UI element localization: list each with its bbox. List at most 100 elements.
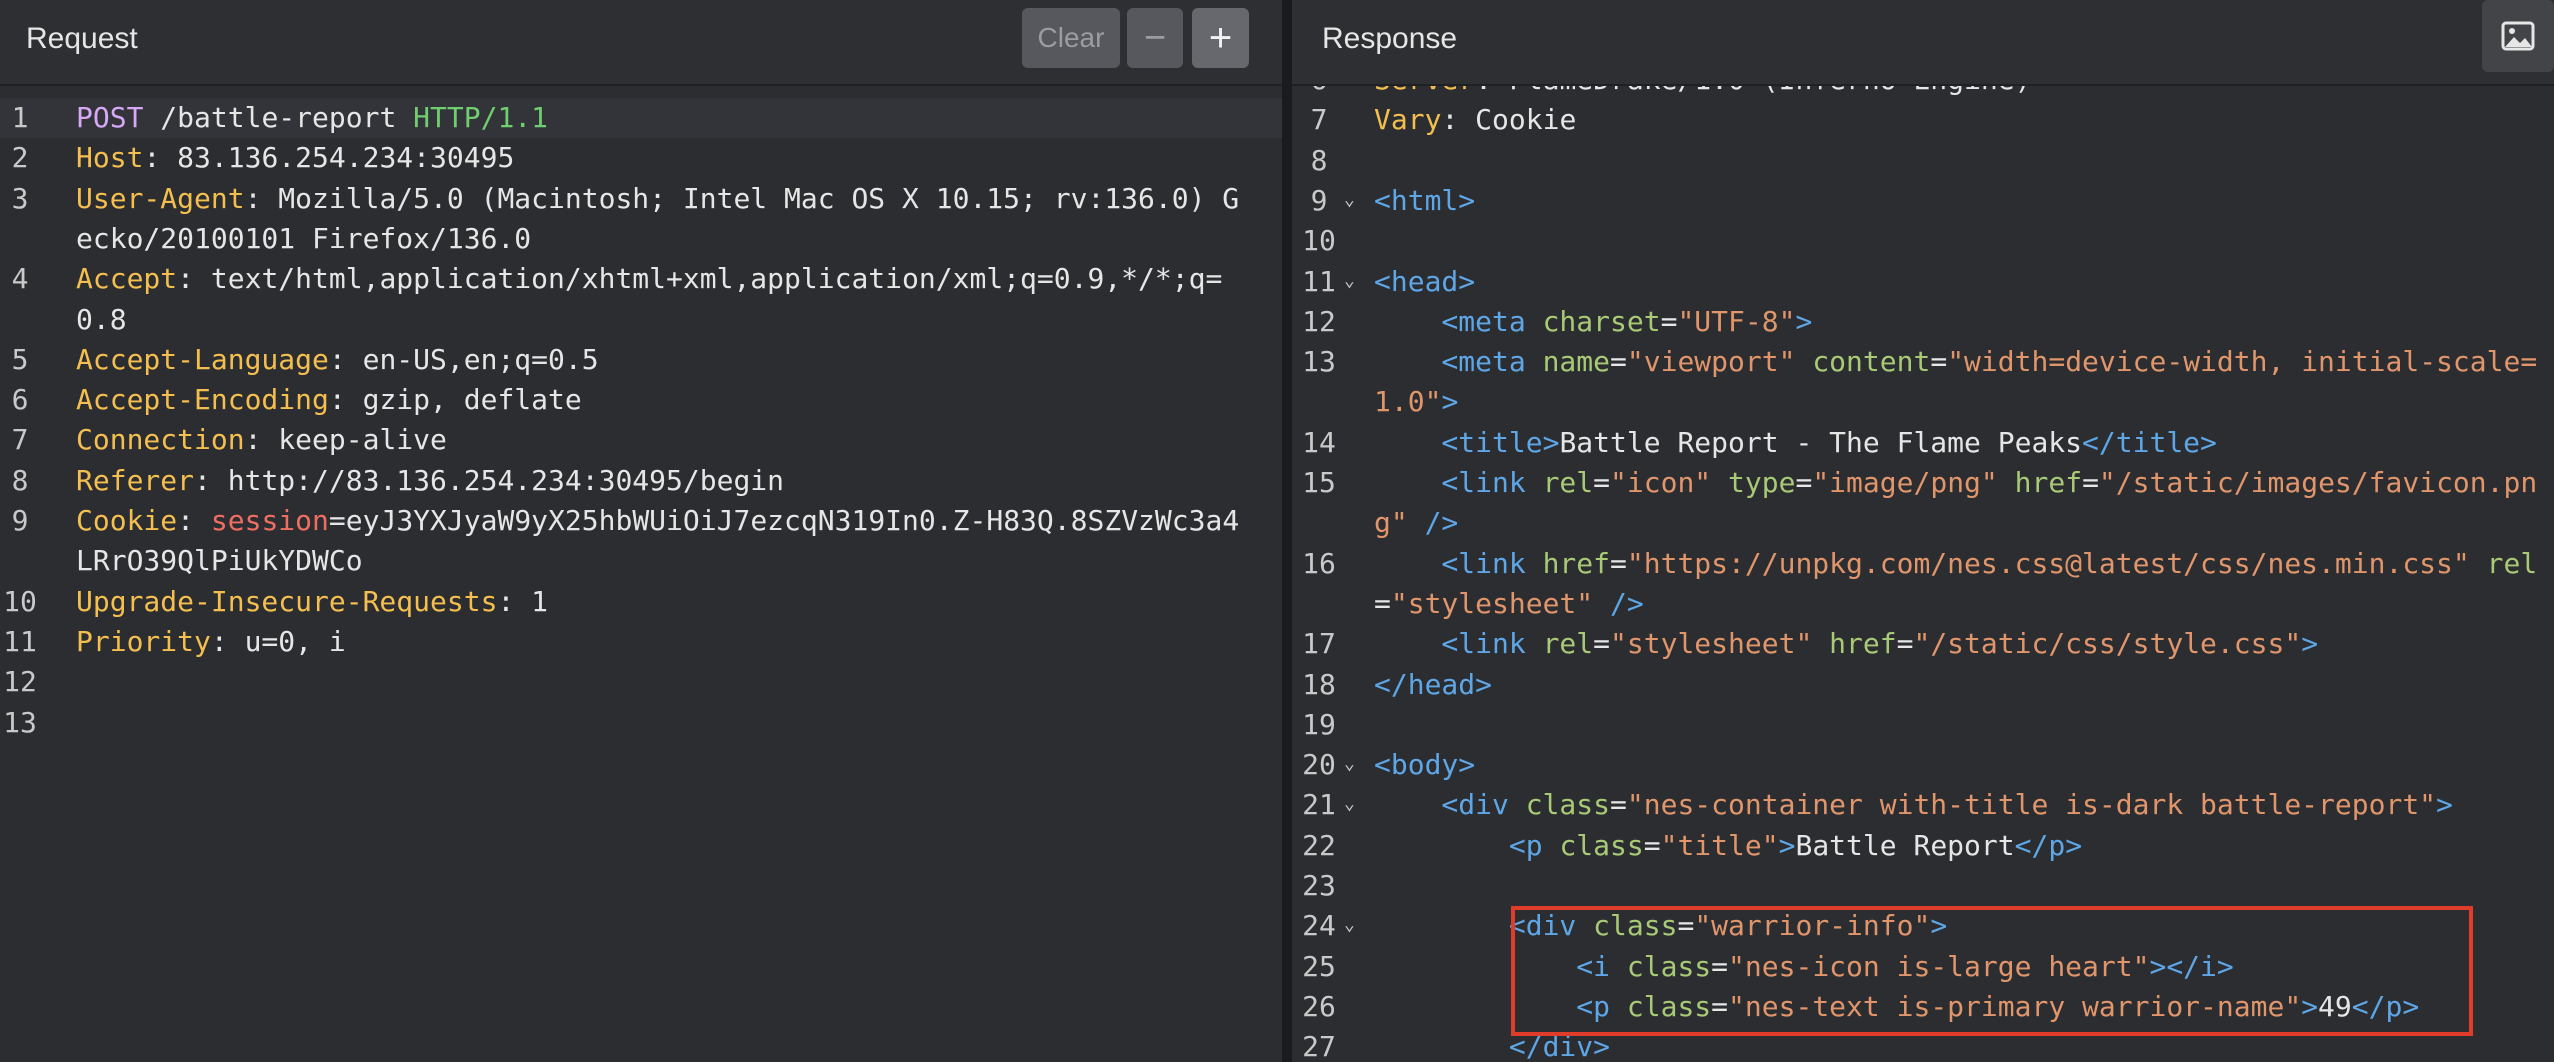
code-token: : keep-alive <box>244 423 447 457</box>
code-line: 19 <box>1292 705 2554 745</box>
code-text: LRrO39QlPiUkYDWCo <box>76 541 1282 581</box>
line-number: 20 <box>1302 748 1336 782</box>
code-token: : <box>177 504 211 537</box>
code-token: = <box>1610 788 1627 822</box>
code-token: : 83.136.254.234:30495 <box>143 141 515 175</box>
code-token: : Mozilla/5.0 (Macintosh; Intel Mac OS X… <box>244 181 1240 215</box>
pane-divider[interactable] <box>1282 0 1292 1062</box>
code-token: LRrO39QlPiUkYDWCo <box>76 544 363 578</box>
code-token: <meta <box>1374 304 1543 338</box>
code-token: rel <box>1542 466 1594 499</box>
code-text: Accept-Encoding: gzip, deflate <box>76 380 1282 420</box>
code-token: Cookie <box>76 504 178 537</box>
code-text: POST /battle-report HTTP/1.1 <box>76 98 1282 138</box>
code-token: "stylesheet" <box>1390 586 1594 620</box>
code-token: <link <box>1374 546 1543 580</box>
code-line: 18 </head> <box>1292 665 2554 705</box>
code-token: rel <box>2486 546 2538 580</box>
code-text: <link rel="icon" type="image/png" href="… <box>1374 463 2554 503</box>
code-token: > <box>1795 304 1813 338</box>
code-token: class <box>1525 788 1611 822</box>
code-line: 6 Server: FlameDrake/1.0 (Inferno Engine) <box>1292 86 2554 100</box>
line-number: 7 <box>11 423 29 457</box>
code-line: 9 ⌄ <html> <box>1292 181 2554 221</box>
code-token: name <box>1542 345 1611 379</box>
zoom-in-button[interactable]: + <box>1192 8 1249 68</box>
code-token: : http://83.136.254.234:30495/begin <box>194 463 785 497</box>
code-token: <link <box>1374 627 1543 661</box>
code-text: g" /> <box>1374 503 2554 543</box>
code-token: > <box>1441 385 1459 419</box>
code-line: 10 Upgrade-Insecure-Requests: 1 <box>0 582 1282 622</box>
code-token: <link <box>1374 466 1543 499</box>
line-number: 9 <box>1310 183 1328 217</box>
code-token: <p <box>1374 828 1560 862</box>
code-token: > <box>2436 788 2453 822</box>
code-token: > <box>2301 627 2319 661</box>
fold-chevron-icon[interactable]: ⌄ <box>1344 793 1355 814</box>
code-token: : u=0, i <box>210 624 346 658</box>
response-title: Response <box>1322 22 1458 55</box>
code-text: 1.0"> <box>1374 382 2554 422</box>
code-token: HTTP/1.1 <box>413 101 549 134</box>
render-image-button[interactable] <box>2482 0 2554 72</box>
code-line: 1.0"> <box>1292 382 2554 422</box>
code-token: = <box>1896 627 1914 661</box>
fold-chevron-icon[interactable]: ⌄ <box>1344 270 1355 291</box>
code-token: /> <box>1407 506 1459 540</box>
request-title: Request <box>26 22 138 55</box>
code-text: ecko/20100101 Firefox/136.0 <box>76 219 1282 259</box>
code-token: Priority <box>76 624 211 658</box>
code-line: 22 <p class="title">Battle Report</p> <box>1292 826 2554 866</box>
line-number: 22 <box>1302 828 1336 862</box>
code-token: <head> <box>1374 264 1476 298</box>
code-token: : 1 <box>497 584 549 618</box>
code-token: = <box>1593 627 1611 661</box>
code-token: class <box>1559 828 1644 862</box>
code-line: 11 Priority: u=0, i <box>0 622 1282 662</box>
fold-chevron-icon[interactable]: ⌄ <box>1344 753 1355 774</box>
code-token: = <box>1660 304 1678 338</box>
code-token: href <box>2014 466 2083 499</box>
code-token: Accept-Language <box>76 342 329 376</box>
code-token: </p> <box>2014 828 2083 862</box>
code-token: : Cookie <box>1441 103 1577 137</box>
clear-button[interactable]: Clear <box>1022 8 1120 68</box>
code-text: <head> <box>1374 262 2554 302</box>
code-text: <title>Battle Report - The Flame Peaks</… <box>1374 423 2554 463</box>
code-text: <html> <box>1374 181 2554 221</box>
line-number: 18 <box>1302 667 1336 701</box>
code-token: content <box>1812 345 1931 379</box>
code-text: Cookie: session=eyJ3YXJyaW9yX25hbWUiOiJ7… <box>76 501 1282 541</box>
request-editor[interactable]: 1 POST /battle-report HTTP/1.1 2 Host: 83.1… <box>0 86 1282 1062</box>
code-line: LRrO39QlPiUkYDWCo <box>0 541 1282 581</box>
code-token: charset <box>1542 304 1661 338</box>
code-line: 1 POST /battle-report HTTP/1.1 <box>0 98 1282 138</box>
zoom-out-button[interactable]: − <box>1127 8 1183 68</box>
code-line: 10 <box>1292 221 2554 261</box>
code-token: </head> <box>1374 667 1493 701</box>
line-number: 24 <box>1302 909 1336 943</box>
code-token: 0.8 <box>76 302 127 336</box>
code-token: =eyJ3YXJyaW9yX25hbWUiOiJ7ezcqN319In0.Z-H… <box>328 504 1240 537</box>
line-number: 9 <box>11 504 29 537</box>
code-text: Host: 83.136.254.234:30495 <box>76 138 1282 178</box>
code-token: "width=device-width, initial-scale= <box>1947 345 2538 379</box>
code-token: Battle Report <box>1795 828 2015 862</box>
code-line: 6 Accept-Encoding: gzip, deflate <box>0 380 1282 420</box>
code-line: ="stylesheet" /> <box>1292 584 2554 624</box>
code-token: = <box>2082 466 2099 499</box>
code-line: 13 <meta name="viewport" content="width=… <box>1292 342 2554 382</box>
line-number: 12 <box>3 665 37 699</box>
line-number: 10 <box>3 584 37 618</box>
fold-chevron-icon[interactable]: ⌄ <box>1344 189 1355 210</box>
code-token: /battle-report <box>143 101 414 134</box>
code-text: ="stylesheet" /> <box>1374 584 2554 624</box>
code-text: Accept-Language: en-US,en;q=0.5 <box>76 340 1282 380</box>
code-text: <meta charset="UTF-8"> <box>1374 302 2554 342</box>
code-line: 5 Accept-Language: en-US,en;q=0.5 <box>0 340 1282 380</box>
fold-chevron-icon[interactable]: ⌄ <box>1344 914 1355 935</box>
